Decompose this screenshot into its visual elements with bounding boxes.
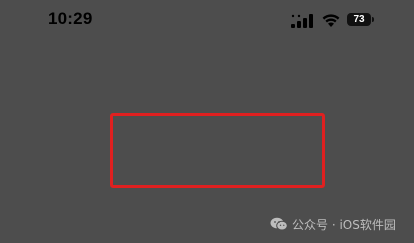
watermark-text: 公众号 · iOS软件园 bbox=[292, 217, 396, 232]
battery-cap bbox=[372, 17, 374, 22]
watermark: 公众号 · iOS软件园 bbox=[270, 215, 396, 233]
battery-body: 73 bbox=[347, 13, 371, 26]
battery-level: 73 bbox=[353, 14, 365, 25]
cellular-signal-icon bbox=[291, 14, 313, 28]
status-bar: 10:29 73 bbox=[0, 0, 414, 44]
status-time: 10:29 bbox=[48, 9, 93, 28]
battery-icon: 73 bbox=[347, 11, 377, 28]
wechat-icon bbox=[270, 217, 288, 231]
highlight-box bbox=[110, 113, 325, 188]
wifi-icon bbox=[322, 14, 340, 27]
phone-screen: 10:29 73 公众号 · iOS软件园 bbox=[0, 0, 414, 243]
